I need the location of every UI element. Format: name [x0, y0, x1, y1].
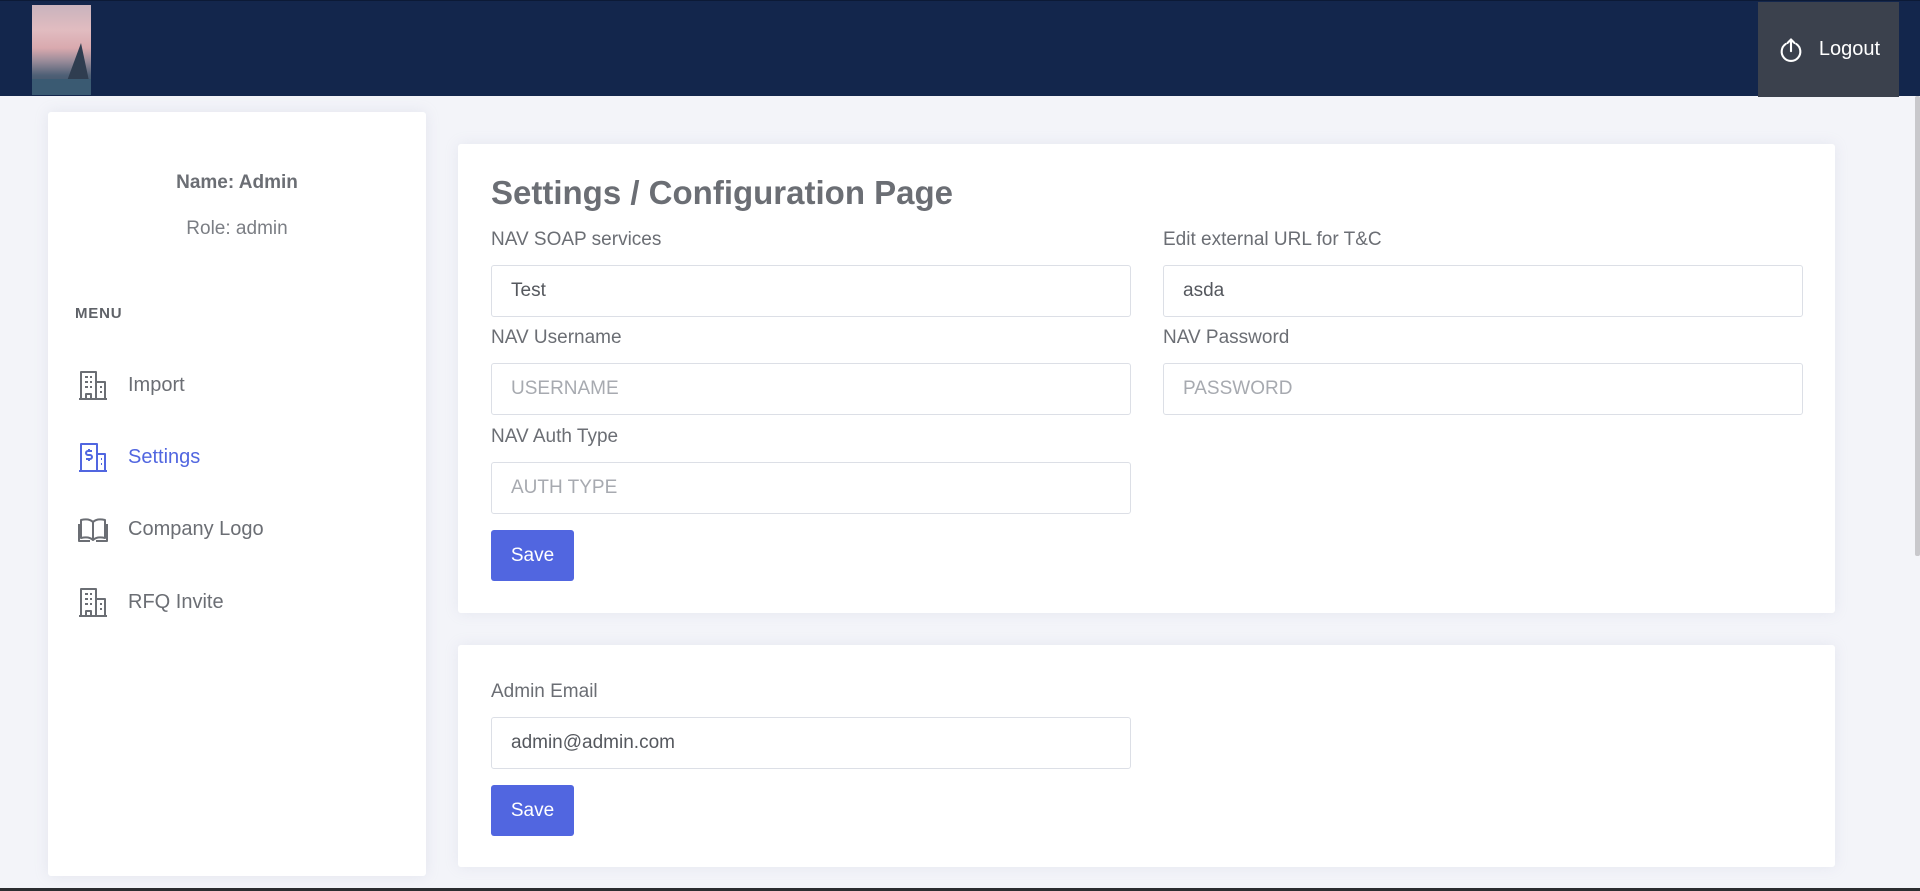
top-navbar: Logout	[0, 0, 1920, 97]
admin-email-label: Admin Email	[491, 681, 598, 702]
sidebar-item-label: RFQ Invite	[128, 590, 224, 613]
tc-url-input[interactable]	[1163, 265, 1803, 317]
sidebar-item-import[interactable]: Import	[78, 369, 185, 401]
username-label: NAV Username	[491, 327, 622, 348]
menu-heading: MENU	[75, 305, 123, 322]
soap-services-input[interactable]	[491, 265, 1131, 317]
soap-label: NAV SOAP services	[491, 229, 662, 250]
page-title: Settings / Configuration Page	[491, 174, 954, 211]
sidebar-item-settings[interactable]: Settings	[78, 441, 200, 473]
sidebar-item-company-logo[interactable]: Company Logo	[78, 513, 264, 545]
save-settings-button[interactable]: Save	[491, 530, 574, 581]
profile-name: Name: Admin	[176, 172, 298, 193]
admin-email-input[interactable]	[491, 717, 1131, 769]
building-icon	[79, 588, 107, 617]
auth-type-label: NAV Auth Type	[491, 426, 619, 447]
password-input[interactable]	[1163, 363, 1803, 415]
sidebar-item-label: Company Logo	[128, 517, 264, 540]
building-icon	[79, 371, 107, 400]
page-scrollbar[interactable]	[1915, 96, 1920, 556]
sidebar-item-label: Settings	[128, 445, 201, 468]
book-open-icon	[78, 518, 108, 542]
admin-email-card: Admin Email Save	[458, 645, 1835, 867]
sidebar-item-rfq-invite[interactable]: RFQ Invite	[78, 586, 224, 618]
tc-url-label: Edit external URL for T&C	[1163, 229, 1382, 250]
auth-type-input[interactable]	[491, 462, 1131, 514]
username-input[interactable]	[491, 363, 1131, 415]
password-label: NAV Password	[1163, 327, 1290, 348]
logout-button[interactable]: Logout	[1758, 2, 1899, 97]
settings-card: Settings / Configuration Page NAV SOAP s…	[458, 144, 1835, 613]
sidebar: Name: Admin Role: admin MENU Import Sett…	[48, 112, 426, 876]
power-icon	[1780, 37, 1802, 62]
receipt-dollar-icon	[79, 443, 107, 472]
brand-logo[interactable]	[32, 5, 91, 95]
logout-label: Logout	[1818, 38, 1881, 60]
profile-role: Role: admin	[186, 218, 288, 239]
sidebar-item-label: Import	[128, 373, 185, 396]
save-email-button[interactable]: Save	[491, 785, 574, 836]
